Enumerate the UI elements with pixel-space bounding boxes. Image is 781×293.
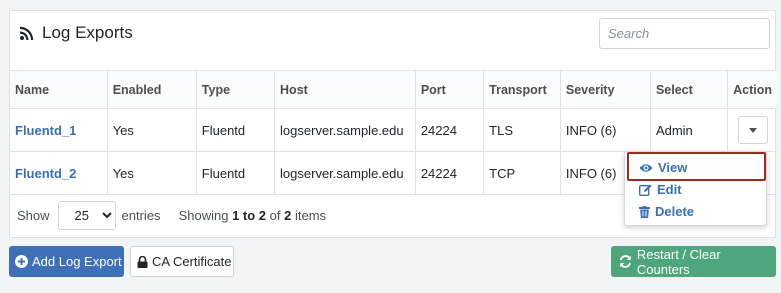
cell-transport: TCP [483,151,561,195]
column-header-select[interactable]: Select [649,70,729,109]
cell-host: logserver.sample.edu [274,151,416,195]
cell-port: 24224 [414,108,485,152]
cell-name[interactable]: Fluentd_1 [10,108,108,152]
button-label: Add Log Export [32,254,122,269]
page-size-select[interactable]: 25 [57,201,116,230]
restart-clear-counters-button[interactable]: Restart / Clear Counters [611,246,776,277]
items-label: items [294,208,327,223]
page-title: Log Exports [42,23,133,42]
entries-label: entries [121,208,161,223]
cell-host: logserver.sample.edu [274,108,416,152]
sync-icon [619,255,631,268]
column-header-type[interactable]: Type [195,70,276,109]
card-header: Log Exports [10,11,775,71]
cell-port: 24224 [414,151,485,195]
row-name-link[interactable]: Fluentd_2 [15,166,76,181]
column-header-name[interactable]: Name [10,70,108,109]
rss-icon [20,26,34,40]
view-highlight-box [627,152,766,181]
column-header-host[interactable]: Host [274,70,416,109]
menu-item-delete[interactable]: Delete [639,204,694,219]
cell-type: Fluentd [195,108,276,152]
cell-action [727,108,777,152]
cell-name[interactable]: Fluentd_2 [10,151,108,195]
caret-down-icon [749,127,758,133]
cell-transport: TLS [483,108,561,152]
cell-enabled: Yes [106,108,197,152]
cell-severity: INFO (6) [559,108,651,152]
lock-icon [137,255,148,268]
table-header-row: Name Enabled Type Host Port Transport Se… [10,70,777,109]
table-row: Fluentd_1 Yes Fluentd logserver.sample.e… [10,108,777,152]
cell-enabled: Yes [106,151,197,195]
menu-item-label: Edit [657,182,682,197]
row-name-link[interactable]: Fluentd_1 [15,123,76,138]
showing-label: Showing [178,208,229,223]
cell-select: Admin [649,108,729,152]
column-header-transport[interactable]: Transport [483,70,561,109]
action-dropdown-button[interactable] [738,116,769,144]
card-title: Log Exports [20,23,133,43]
plus-circle-icon [15,255,28,268]
of-label: of [269,208,281,223]
add-log-export-button[interactable]: Add Log Export [9,246,124,277]
edit-icon [639,184,652,196]
show-label: Show [17,208,50,223]
search-input[interactable] [599,18,770,49]
column-header-severity[interactable]: Severity [559,70,651,109]
showing-range: 1 to 2 [232,208,267,223]
column-header-port[interactable]: Port [414,70,485,109]
menu-item-edit[interactable]: Edit [639,182,682,197]
cell-type: Fluentd [195,151,276,195]
ca-certificate-button[interactable]: CA Certificate [130,246,234,277]
menu-item-label: Delete [655,204,695,219]
button-label: Restart / Clear Counters [636,246,721,277]
column-header-action: Action [727,70,777,109]
button-label: CA Certificate [152,254,232,269]
showing-total: 2 [284,208,292,223]
trash-icon [639,205,650,218]
column-header-enabled[interactable]: Enabled [106,70,197,109]
